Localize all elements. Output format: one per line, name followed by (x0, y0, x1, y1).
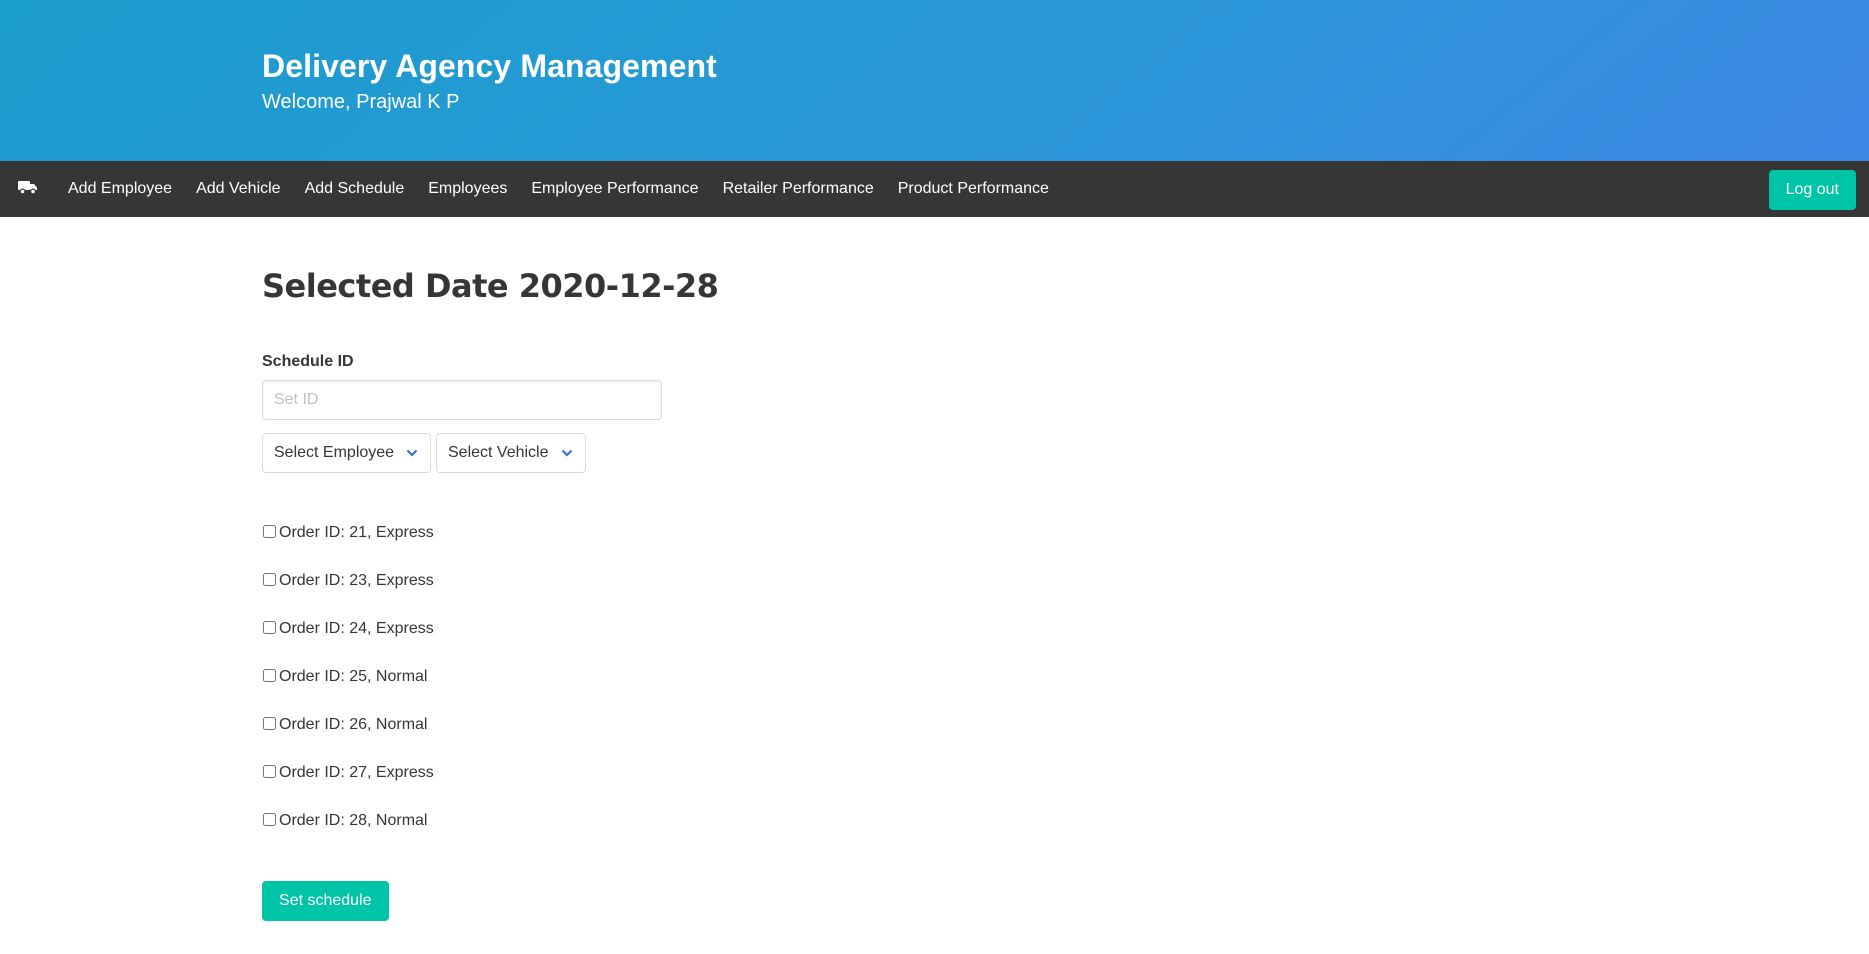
order-list: Order ID: 21, Express Order ID: 23, Expr… (262, 509, 434, 845)
order-item[interactable]: Order ID: 23, Express (262, 557, 434, 605)
order-checkbox[interactable] (263, 620, 276, 634)
order-checkbox[interactable] (263, 716, 276, 730)
order-label: Order ID: 23, Express (279, 572, 434, 589)
vehicle-select-value: Select Vehicle (448, 444, 549, 461)
nav-employee-performance[interactable]: Employee Performance (519, 161, 710, 217)
order-checkbox[interactable] (263, 668, 276, 682)
nav-retailer-performance[interactable]: Retailer Performance (711, 161, 886, 217)
order-checkbox[interactable] (263, 764, 276, 778)
employee-select[interactable]: Select Employee (262, 433, 431, 473)
order-item[interactable]: Order ID: 21, Express (262, 509, 434, 557)
order-item[interactable]: Order ID: 25, Normal (262, 653, 434, 701)
chevron-down-icon (561, 449, 573, 457)
truck-icon (18, 179, 38, 200)
order-checkbox[interactable] (263, 524, 276, 538)
order-checkbox[interactable] (263, 572, 276, 586)
order-item[interactable]: Order ID: 24, Express (262, 605, 434, 653)
nav-add-employee[interactable]: Add Employee (56, 161, 184, 217)
set-schedule-button[interactable]: Set schedule (262, 881, 389, 921)
logout-button[interactable]: Log out (1768, 170, 1856, 210)
order-item[interactable]: Order ID: 28, Normal (262, 797, 434, 845)
hero-banner: Delivery Agency Management Welcome, Praj… (0, 0, 1869, 161)
nav-product-performance[interactable]: Product Performance (886, 161, 1061, 217)
order-label: Order ID: 28, Normal (279, 812, 428, 829)
brand-link[interactable] (0, 161, 56, 217)
top-navbar: Add Employee Add Vehicle Add Schedule Em… (0, 161, 1869, 217)
nav-employees[interactable]: Employees (416, 161, 519, 217)
order-item[interactable]: Order ID: 27, Express (262, 749, 434, 797)
order-label: Order ID: 26, Normal (279, 716, 428, 733)
schedule-id-input[interactable] (262, 380, 662, 420)
order-item[interactable]: Order ID: 26, Normal (262, 701, 434, 749)
welcome-message: Welcome, Prajwal K P (262, 91, 460, 113)
nav-add-schedule[interactable]: Add Schedule (293, 161, 417, 217)
chevron-down-icon (406, 449, 418, 457)
order-label: Order ID: 25, Normal (279, 668, 428, 685)
app-title: Delivery Agency Management (262, 48, 717, 84)
schedule-id-label: Schedule ID (262, 353, 354, 370)
nav-add-vehicle[interactable]: Add Vehicle (184, 161, 293, 217)
order-label: Order ID: 24, Express (279, 620, 434, 637)
order-label: Order ID: 27, Express (279, 764, 434, 781)
order-label: Order ID: 21, Express (279, 524, 434, 541)
vehicle-select[interactable]: Select Vehicle (436, 433, 586, 473)
order-checkbox[interactable] (263, 812, 276, 826)
employee-select-value: Select Employee (274, 444, 395, 461)
page-title: Selected Date 2020-12-28 (262, 267, 719, 305)
